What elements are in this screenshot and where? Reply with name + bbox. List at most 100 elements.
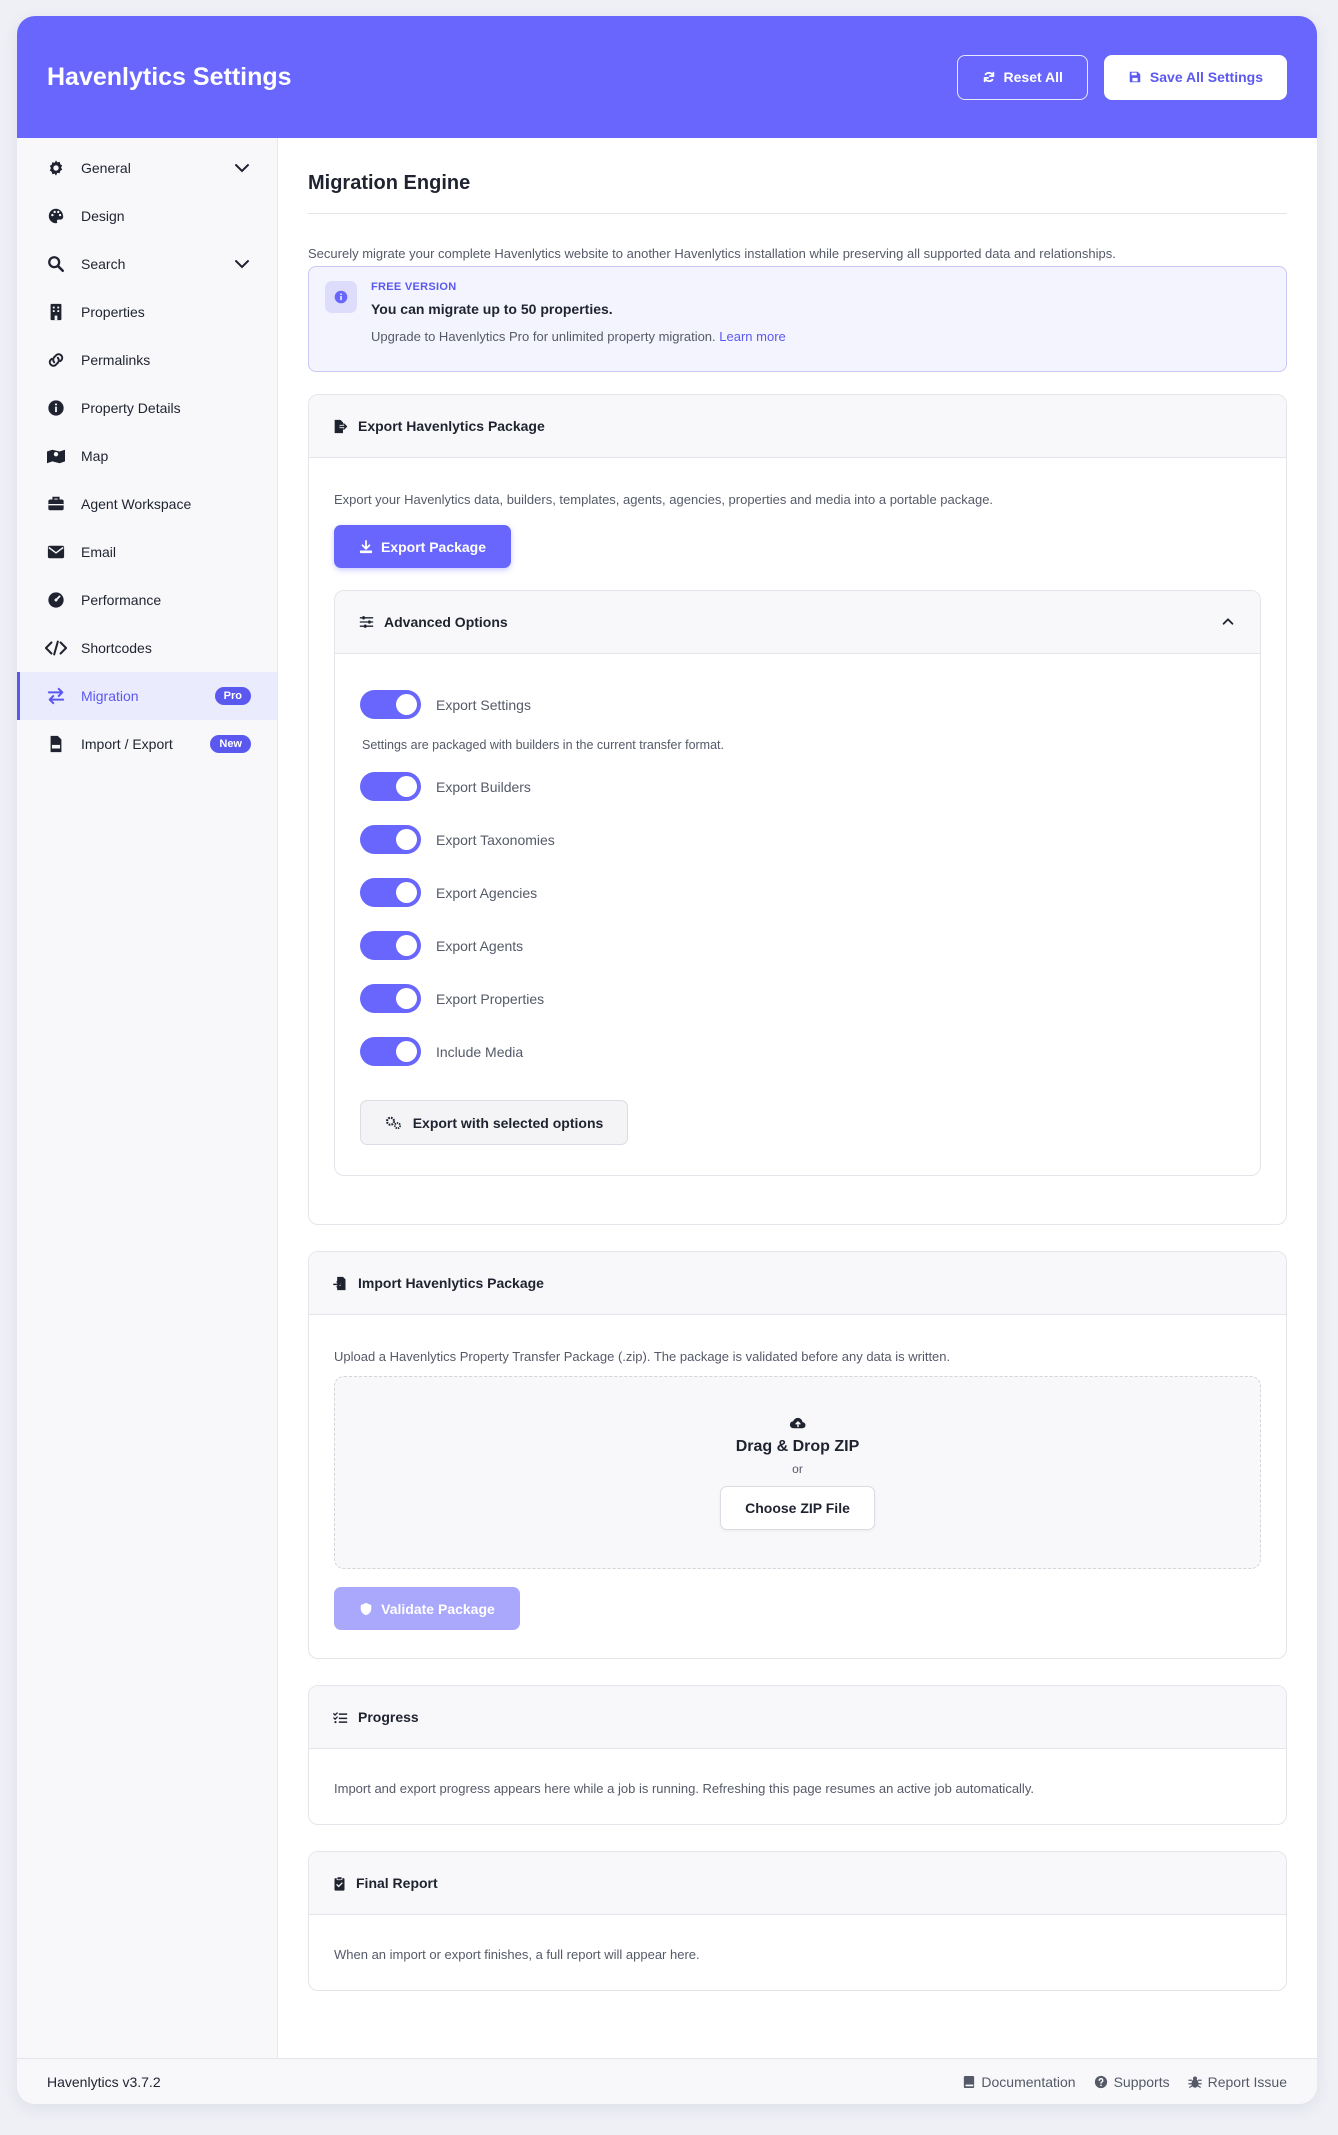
export-card: Export Havenlytics Package Export your H…	[308, 394, 1287, 1225]
toggle-label: Export Builders	[436, 778, 531, 795]
import-description: Upload a Havenlytics Property Transfer P…	[334, 1349, 951, 1364]
progress-card: Progress Import and export progress appe…	[308, 1685, 1287, 1825]
validate-package-button[interactable]: Validate Package	[334, 1587, 520, 1630]
sidebar-item-migration[interactable]: Migration Pro	[17, 672, 277, 720]
question-circle-icon	[1094, 2075, 1108, 2089]
toggle-row-export-taxonomies: Export Taxonomies	[360, 813, 1235, 866]
version-label: Havenlytics v3.7.2	[47, 2073, 161, 2090]
sidebar-item-design[interactable]: Design	[17, 192, 277, 240]
advanced-options-title: Advanced Options	[384, 614, 508, 630]
sidebar-item-email[interactable]: Email	[17, 528, 277, 576]
book-icon	[963, 2075, 975, 2089]
sidebar-item-label: Properties	[81, 304, 145, 320]
chevron-down-icon[interactable]	[233, 255, 251, 273]
sidebar-item-performance[interactable]: Performance	[17, 576, 277, 624]
toggle-row-export-builders: Export Builders	[360, 760, 1235, 813]
import-card-title: Import Havenlytics Package	[358, 1275, 544, 1291]
include-media-toggle[interactable]	[360, 1037, 421, 1066]
sidebar-item-search[interactable]: Search	[17, 240, 277, 288]
advanced-options-header[interactable]: Advanced Options	[335, 591, 1260, 654]
supports-link[interactable]: Supports	[1094, 2074, 1170, 2090]
search-icon	[45, 253, 67, 275]
bug-icon	[1187, 2075, 1202, 2089]
export-agencies-toggle[interactable]	[360, 878, 421, 907]
export-card-header: Export Havenlytics Package	[309, 395, 1286, 458]
file-import-icon	[333, 1276, 348, 1291]
list-check-icon	[333, 1711, 348, 1724]
chevron-up-icon[interactable]	[1220, 614, 1236, 630]
sidebar-item-label: Shortcodes	[81, 640, 152, 656]
dropzone-or: or	[792, 1461, 803, 1476]
export-package-button[interactable]: Export Package	[334, 525, 511, 568]
export-properties-toggle[interactable]	[360, 984, 421, 1013]
header: Havenlytics Settings Reset All Save All …	[17, 16, 1317, 138]
sidebar-item-map[interactable]: Map	[17, 432, 277, 480]
sidebar-item-shortcodes[interactable]: Shortcodes	[17, 624, 277, 672]
zip-dropzone[interactable]: Drag & Drop ZIP or Choose ZIP File	[334, 1376, 1261, 1569]
import-card-header: Import Havenlytics Package	[309, 1252, 1286, 1315]
notice-text-body: Upgrade to Havenlytics Pro for unlimited…	[371, 329, 716, 344]
sidebar-item-label: Permalinks	[81, 352, 151, 368]
sidebar-item-general[interactable]: General	[17, 144, 277, 192]
link-icon	[45, 349, 67, 371]
arrows-swap-icon	[45, 685, 67, 707]
documentation-link[interactable]: Documentation	[963, 2074, 1076, 2090]
progress-card-header: Progress	[309, 1686, 1286, 1749]
sidebar-item-property-details[interactable]: Property Details	[17, 384, 277, 432]
palette-icon	[45, 205, 67, 227]
export-card-body: Export your Havenlytics data, builders, …	[309, 458, 1286, 1224]
settings-window: Havenlytics Settings Reset All Save All …	[17, 16, 1317, 2104]
sidebar-item-properties[interactable]: Properties	[17, 288, 277, 336]
envelope-icon	[45, 541, 67, 563]
gear-icon	[45, 157, 67, 179]
export-card-title: Export Havenlytics Package	[358, 418, 545, 434]
progress-card-body: Import and export progress appears here …	[309, 1749, 1286, 1824]
export-settings-toggle[interactable]	[360, 690, 421, 719]
sidebar-item-permalinks[interactable]: Permalinks	[17, 336, 277, 384]
export-agents-toggle[interactable]	[360, 931, 421, 960]
file-export-icon	[333, 419, 348, 434]
import-card: Import Havenlytics Package Upload a Have…	[308, 1251, 1287, 1659]
page-heading: Havenlytics Settings	[47, 62, 292, 91]
footer-links: Documentation Supports Report Issue	[963, 2074, 1287, 2090]
sidebar-item-label: Property Details	[81, 400, 181, 416]
learn-more-link[interactable]: Learn more	[719, 329, 785, 344]
header-actions: Reset All Save All Settings	[956, 54, 1287, 100]
export-taxonomies-toggle[interactable]	[360, 825, 421, 854]
toggle-label: Export Agents	[436, 937, 524, 954]
sidebar-item-import-export[interactable]: Import / Export New	[17, 720, 277, 768]
toggle-label: Export Agencies	[436, 884, 538, 901]
sidebar-item-label: Migration	[81, 688, 139, 704]
sidebar-item-label: Agent Workspace	[81, 496, 192, 512]
report-issue-link[interactable]: Report Issue	[1187, 2074, 1287, 2090]
notice-text: Upgrade to Havenlytics Pro for unlimited…	[371, 329, 786, 344]
validate-package-label: Validate Package	[381, 1600, 495, 1617]
final-report-card: Final Report When an import or export fi…	[308, 1851, 1287, 1991]
info-icon	[45, 397, 67, 419]
gears-icon	[385, 1116, 403, 1130]
settings-note: Settings are packaged with builders in t…	[362, 738, 724, 752]
progress-card-title: Progress	[358, 1709, 419, 1725]
sidebar-item-label: General	[81, 160, 131, 176]
reset-all-button[interactable]: Reset All	[956, 54, 1088, 100]
sidebar-item-label: Map	[81, 448, 109, 464]
main-panel: Migration Engine Securely migrate your c…	[278, 138, 1317, 2058]
sidebar-item-agent-workspace[interactable]: Agent Workspace	[17, 480, 277, 528]
toggle-label: Export Settings	[436, 696, 531, 713]
final-report-description: When an import or export finishes, a ful…	[334, 1947, 700, 1962]
supports-label: Supports	[1113, 2073, 1170, 2090]
reset-all-label: Reset All	[1003, 69, 1063, 85]
map-icon	[45, 445, 67, 467]
section-title: Migration Engine	[308, 172, 1287, 214]
gauge-icon	[45, 589, 67, 611]
chevron-down-icon[interactable]	[233, 159, 251, 177]
save-all-button[interactable]: Save All Settings	[1103, 54, 1287, 100]
import-card-body: Upload a Havenlytics Property Transfer P…	[309, 1315, 1286, 1658]
export-selected-button[interactable]: Export with selected options	[360, 1100, 628, 1145]
toggle-label: Include Media	[436, 1043, 524, 1060]
export-builders-toggle[interactable]	[360, 772, 421, 801]
toggle-label: Export Taxonomies	[436, 831, 555, 848]
choose-zip-button[interactable]: Choose ZIP File	[720, 1485, 875, 1530]
building-icon	[45, 301, 67, 323]
notice-title: You can migrate up to 50 properties.	[371, 301, 613, 317]
